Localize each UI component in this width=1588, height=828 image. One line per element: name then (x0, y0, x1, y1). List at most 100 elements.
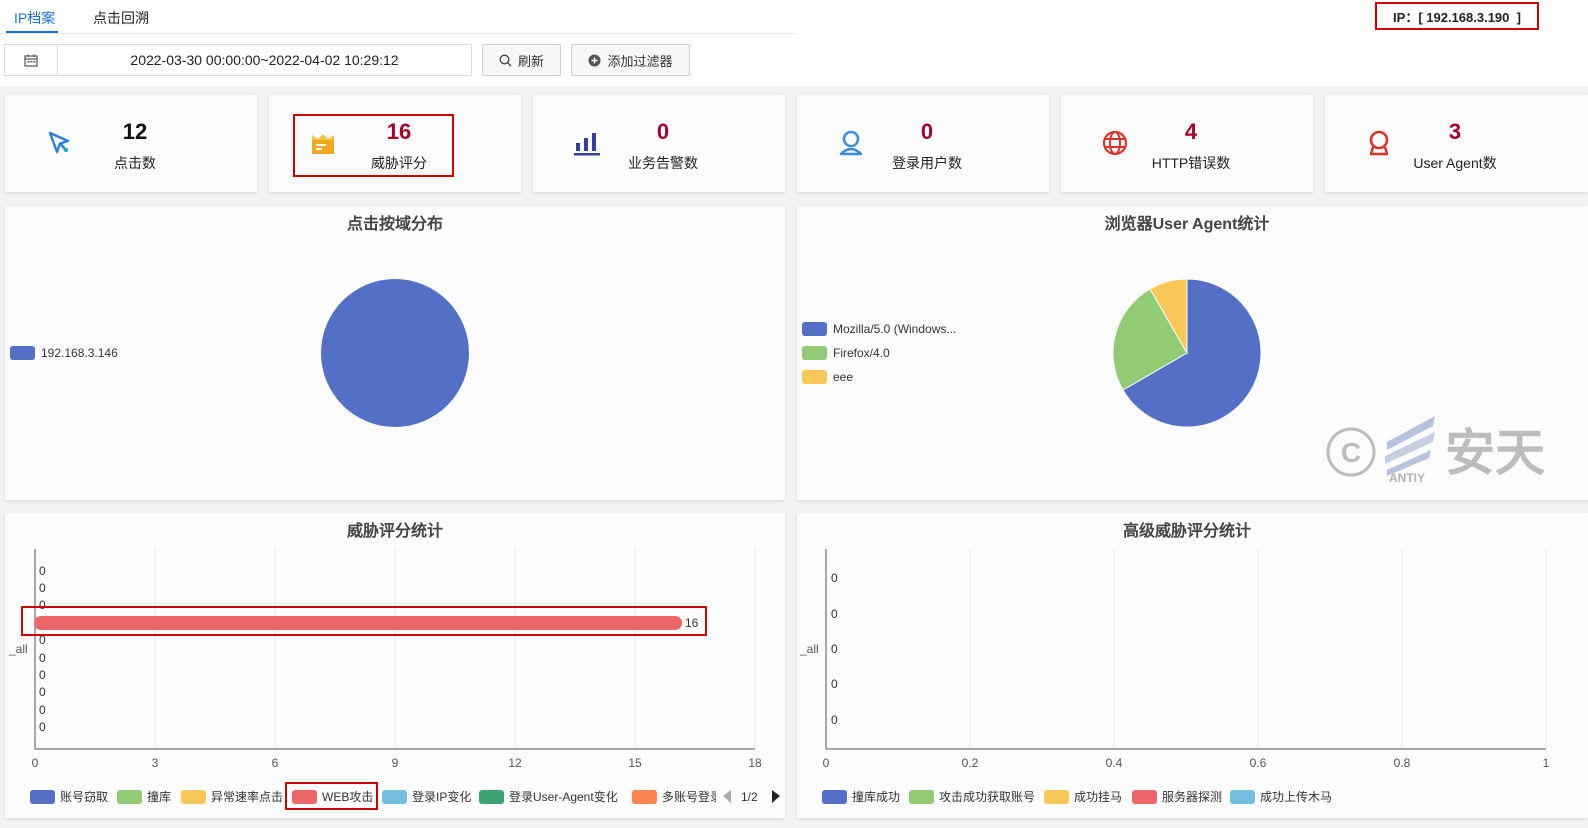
legend-item[interactable]: Mozilla/5.0 (Windows... (802, 322, 956, 336)
tab-click-trace[interactable]: 点击回溯 (93, 8, 149, 28)
legend-swatch[interactable] (479, 790, 504, 804)
x-tick-label: 15 (628, 756, 642, 770)
stat-value: 0 (656, 119, 670, 144)
svg-text:C: C (1341, 437, 1361, 468)
legend-label[interactable]: 登录IP变化 (412, 789, 471, 804)
chart-panel-advanced-threat-score: 高级威胁评分统计 0 0.2 0.4 0.6 0.8 1 _all 0 0 0 0 0 撞库成功 攻击成功… (797, 513, 1588, 818)
date-range-picker[interactable]: 2022-03-30 00:00:00~2022-04-02 10:29:12 (4, 44, 472, 76)
stat-card-user-agents[interactable]: 3 User Agent数 (1325, 95, 1588, 192)
date-range-input[interactable]: 2022-03-30 00:00:00~2022-04-02 10:29:12 (58, 45, 471, 75)
legend-label[interactable]: 成功上传木马 (1260, 789, 1332, 804)
legend-swatch[interactable] (181, 790, 206, 804)
legend-label[interactable]: 登录User-Agent变化 (509, 789, 618, 804)
chart-title: 浏览器User Agent统计 (1104, 216, 1270, 233)
pie-slice[interactable] (1112, 288, 1188, 391)
legend-swatch[interactable] (909, 790, 934, 804)
legend-swatch[interactable] (1044, 790, 1069, 804)
legend-swatch[interactable] (292, 790, 317, 804)
zero-value-label: 0 (39, 685, 46, 699)
ip-label: IP：[ 192.168.3.190 ] (1375, 2, 1539, 30)
x-tick-label: 0.2 (962, 756, 979, 770)
calendar-icon (24, 54, 38, 67)
pie-chart-click-domain (321, 279, 469, 427)
chart-title: 点击按域分布 (346, 216, 443, 233)
pie-slice[interactable] (321, 279, 469, 427)
legend-item[interactable]: eee (802, 370, 853, 384)
legend-label[interactable]: WEB攻击 (322, 790, 373, 804)
filter-bar: 2022-03-30 00:00:00~2022-04-02 10:29:12 … (0, 34, 1588, 86)
zero-value-label: 0 (39, 703, 46, 717)
stat-card-threat-score[interactable]: 16 威胁评分 (269, 95, 521, 192)
x-tick-label: 6 (272, 756, 279, 770)
x-tick-label: 0.6 (1250, 756, 1267, 770)
legend-swatch[interactable] (822, 790, 847, 804)
legend-swatch[interactable] (117, 790, 142, 804)
legend-label: Firefox/4.0 (833, 346, 890, 360)
y-axis-label: _all (799, 642, 819, 656)
chart-panel-threat-score: 威胁评分统计 0 3 6 9 12 15 18 _all 0 0 0 0 0 0 0 0 0 16 账号窃取 撞库 异常… (5, 513, 785, 818)
stat-value: 3 (1448, 119, 1462, 144)
zero-value-label: 0 (831, 713, 838, 727)
active-tab-indicator (6, 31, 58, 33)
calendar-button[interactable] (5, 45, 58, 75)
stat-card-clicks[interactable]: 12 点击数 (5, 95, 257, 192)
legend-item[interactable]: Firefox/4.0 (802, 346, 890, 360)
legend-swatch (10, 346, 35, 360)
legend-label[interactable]: 异常速率点击 (211, 789, 283, 804)
watermark-brand-en: ANTIY (1389, 471, 1425, 485)
stat-label: 点击数 (114, 155, 156, 171)
stat-card-http-errors[interactable]: 4 HTTP错误数 (1061, 95, 1313, 192)
x-tick-label: 18 (748, 756, 762, 770)
stat-card-login-users[interactable]: 0 登录用户数 (797, 95, 1049, 192)
tab-ip-profile[interactable]: IP档案 (14, 8, 55, 28)
stat-label: 登录用户数 (892, 155, 962, 171)
legend-swatch[interactable] (382, 790, 407, 804)
legend-label[interactable]: 成功挂马 (1074, 790, 1122, 804)
legend-swatch (802, 346, 827, 360)
watermark-logo: C ANTIY 安天 (1325, 412, 1565, 488)
legend-swatch (802, 322, 827, 336)
zero-value-label: 0 (831, 677, 838, 691)
stat-label: HTTP错误数 (1151, 155, 1231, 171)
refresh-label: 刷新 (517, 53, 544, 69)
x-tick-label: 3 (152, 756, 159, 770)
x-tick-label: 12 (508, 756, 522, 770)
pie-slice[interactable] (1122, 278, 1262, 428)
stat-label: User Agent数 (1413, 155, 1497, 171)
zero-value-label: 0 (39, 720, 46, 734)
legend-page-indicator: 1/2 (741, 790, 758, 804)
legend-label: 192.168.3.146 (41, 346, 118, 360)
legend-label[interactable]: 撞库 (147, 789, 171, 804)
stat-value: 0 (920, 119, 934, 144)
x-tick-label: 0 (823, 756, 830, 770)
top-bar: IP档案 点击回溯 IP：[ 192.168.3.190 ] (0, 0, 1588, 34)
legend-label[interactable]: 撞库成功 (852, 789, 900, 804)
legend-swatch[interactable] (632, 790, 657, 804)
legend-label[interactable]: 账号窃取 (60, 789, 108, 804)
legend-swatch[interactable] (1132, 790, 1157, 804)
zero-value-label: 0 (39, 581, 46, 595)
legend-item[interactable]: 192.168.3.146 (10, 346, 118, 360)
legend-label[interactable]: 多账号登录 (662, 789, 722, 804)
refresh-button[interactable]: 刷新 (482, 44, 561, 76)
watermark-brand-cn: 安天 (1445, 425, 1545, 481)
legend-swatch[interactable] (1230, 790, 1255, 804)
zero-value-label: 0 (831, 571, 838, 585)
highlight-box (293, 114, 454, 177)
x-tick-label: 9 (392, 756, 399, 770)
zero-value-label: 0 (39, 564, 46, 578)
tab-bar: IP档案 点击回溯 (0, 0, 797, 34)
bar-chart-threat-score: 0 3 6 9 12 15 18_all00000000016账号窃取 撞库 异常速率点击 WEB… (8, 549, 785, 810)
legend-label[interactable]: 服务器探测 (1162, 789, 1222, 804)
stat-card-business-alerts[interactable]: 0 业务告警数 (533, 95, 785, 192)
add-filter-button[interactable]: 添加过滤器 (571, 44, 690, 76)
pie-slice[interactable] (1149, 278, 1188, 355)
zero-value-label: 0 (39, 598, 46, 612)
zero-value-label: 0 (39, 651, 46, 665)
zero-value-label: 0 (831, 607, 838, 621)
legend-swatch[interactable] (30, 790, 55, 804)
chart-panel-user-agent: 浏览器User Agent统计 Mozilla/5.0 (Windows... … (797, 206, 1588, 500)
legend-label[interactable]: 攻击成功获取账号 (939, 790, 1035, 804)
zero-value-label: 0 (831, 642, 838, 656)
stat-value: 4 (1184, 119, 1198, 144)
